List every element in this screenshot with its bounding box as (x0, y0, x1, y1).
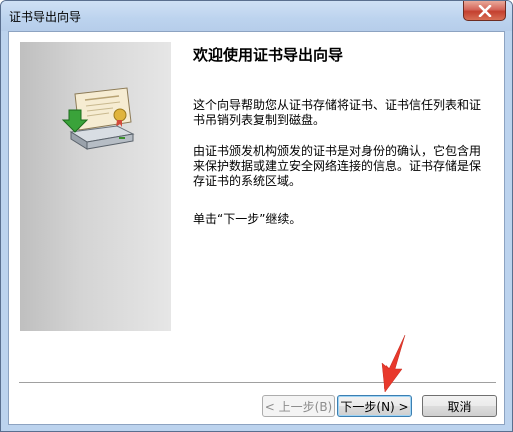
close-button[interactable] (463, 1, 506, 21)
certificate-export-wizard-window: 证书导出向导 欢迎使用证书导出向导 这个向导帮助您从证书存储将证书、证书信任列表… (0, 0, 513, 432)
wizard-description-2: 由证书颁发机构颁发的证书是对身份的确认，它包含用来保护数据或建立安全网络连接的信… (193, 144, 482, 188)
wizard-side-panel (20, 42, 171, 331)
back-button[interactable]: < 上一步(B) (262, 395, 335, 417)
wizard-instruction: 单击“下一步”继续。 (193, 212, 302, 226)
wizard-heading: 欢迎使用证书导出向导 (193, 46, 344, 64)
cancel-button[interactable]: 取消 (422, 395, 497, 417)
button-separator (19, 382, 496, 384)
close-icon (478, 5, 492, 17)
wizard-description-1: 这个向导帮助您从证书存储将证书、证书信任列表和证书吊销列表复制到磁盘。 (193, 98, 482, 127)
next-button[interactable]: 下一步(N) > (337, 395, 412, 417)
window-title: 证书导出向导 (9, 10, 82, 24)
certificate-disk-icon (61, 87, 135, 150)
wizard-client-area: 欢迎使用证书导出向导 这个向导帮助您从证书存储将证书、证书信任列表和证书吊销列表… (8, 31, 505, 425)
title-bar[interactable]: 证书导出向导 (1, 1, 512, 31)
